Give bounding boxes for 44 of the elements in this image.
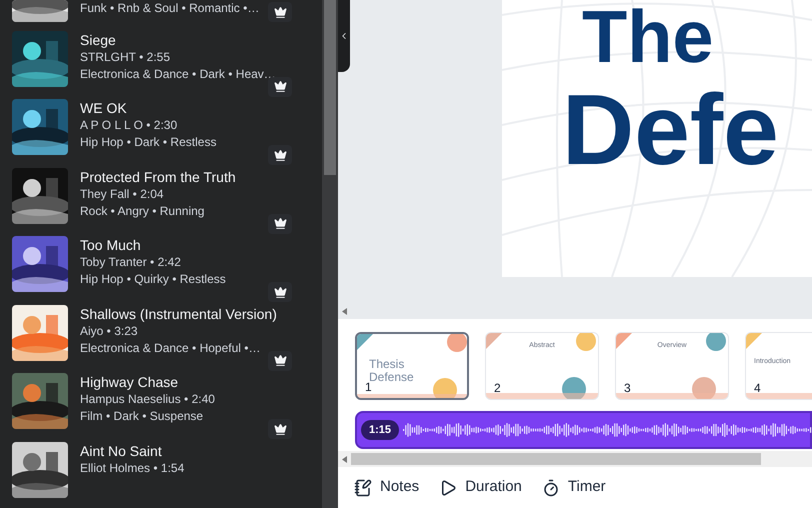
track-artist: Aiyo • 3:23 [80,322,139,340]
track-artist: A P O L L O • 2:30 [80,117,178,134]
scrollbar[interactable] [322,0,338,508]
track-artist: Hampus Naeselius • 2:40 [80,391,215,408]
track-title: WE OK [80,99,128,117]
toolbar-button[interactable]: Notes [354,476,420,499]
track-artist: They Fall • 2:04 [80,186,165,202]
toolbar-button[interactable]: Duration [439,476,522,499]
track-tags: Film • Dark • Suspense [80,408,215,425]
audio-track[interactable]: 1:15 [355,411,812,449]
scrollbar-thumb[interactable] [351,453,761,465]
collapse-button[interactable] [338,0,350,72]
track-title: Shallows (Instrumental Version) [80,304,274,322]
track-artist: Elliot Holmes • 1:54 [80,460,184,476]
track-artist: STRLGHT • 2:55 [80,48,172,66]
track-tags: Rock • Angry • Running [80,202,236,220]
track-title: Highway Chase [80,373,180,391]
slide-heading: Defe [562,80,780,180]
track-tags: Hip Hop • Dark • Restless [80,134,216,151]
slide-heading: The [582,0,715,74]
slide-title: Thesis Defense [369,358,415,384]
audio-time: 1:15 [361,420,400,440]
page-number: 1 [365,380,372,396]
slide-canvas[interactable]: The Defe [502,0,812,277]
scroll-left-icon[interactable] [342,456,347,462]
scrollbar-thumb[interactable] [324,0,336,175]
track-tags: Funk • Rnb & Soul • Romantic •… [80,0,260,17]
notes-icon [354,478,372,496]
track-tags: Electronica & Dance • Dark • Heav… [80,66,274,82]
page-number: 3 [624,380,631,397]
page-number: 4 [754,380,761,397]
timer-icon [542,478,560,496]
track-title: Too Much [80,236,142,254]
scroll-left-icon[interactable] [342,308,347,314]
track-artist: Toby Tranter • 2:42 [80,254,182,271]
track-tags: Hip Hop • Quirky • Restless [80,271,226,288]
track-tags: Electronica & Dance • Hopeful •… [80,340,274,356]
track-title: Siege [80,30,117,48]
track-title: Aint No Saint [80,442,163,460]
play-icon [439,478,458,496]
page-number: 2 [494,380,501,397]
page-thumbnail[interactable]: Thesis Defense 1 [355,332,469,400]
toolbar-button[interactable]: Timer [542,476,606,499]
track-title: Protected From the Truth [80,168,236,186]
